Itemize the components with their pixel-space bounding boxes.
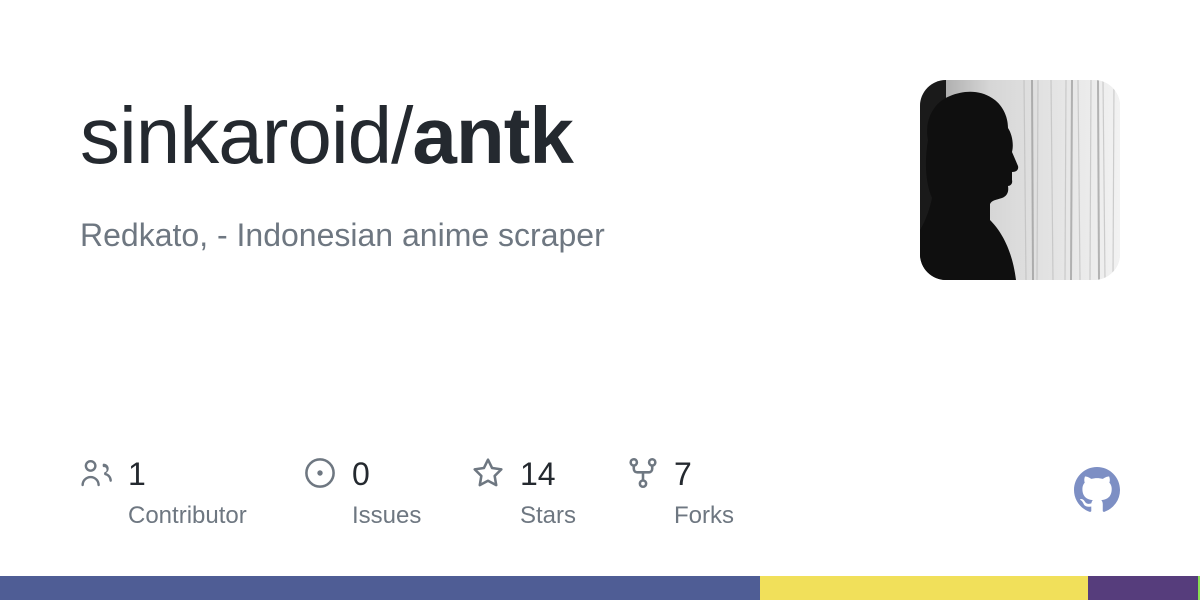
stat-forks[interactable]: 7 Forks — [626, 454, 766, 544]
issues-label: Issues — [352, 502, 422, 529]
stat-stars[interactable]: 14 Stars — [471, 454, 601, 544]
owner-avatar — [920, 80, 1120, 280]
language-segment-2 — [759, 576, 1089, 600]
stat-issues[interactable]: 0 Issues — [303, 454, 453, 544]
language-segment-3 — [1088, 576, 1198, 600]
contributors-count: 1 — [128, 456, 146, 492]
repo-forked-icon — [629, 457, 657, 489]
forks-label: Forks — [674, 502, 734, 529]
people-icon — [81, 459, 112, 487]
stat-contributors[interactable]: 1 Contributor — [80, 454, 280, 544]
language-bar — [0, 576, 1200, 600]
forks-count: 7 — [674, 456, 692, 492]
issue-opened-icon — [305, 458, 335, 488]
language-segment-1 — [0, 576, 760, 600]
contributors-label: Contributor — [128, 502, 247, 529]
github-mark-icon[interactable] — [1074, 467, 1120, 513]
repo-title: sinkaroid/antk — [80, 86, 574, 186]
stars-label: Stars — [520, 502, 577, 529]
silhouette-avatar-image — [920, 80, 1120, 280]
repo-description: Redkato, - Indonesian anime scraper — [80, 217, 605, 253]
issues-count: 0 — [352, 456, 370, 492]
star-icon — [473, 458, 503, 487]
stars-count: 14 — [520, 456, 556, 492]
repo-owner: sinkaroid/ — [80, 91, 413, 180]
repo-name: antk — [412, 91, 573, 180]
